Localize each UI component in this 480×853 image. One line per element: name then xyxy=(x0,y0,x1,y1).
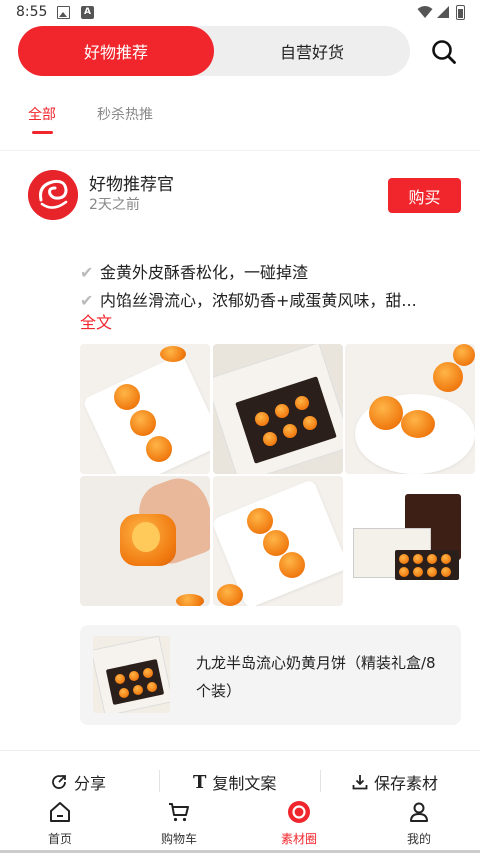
top-tab-group: 好物推荐 自营好货 xyxy=(18,26,410,76)
share-icon xyxy=(52,775,66,789)
nav-material-circle[interactable]: 素材圈 xyxy=(259,800,339,847)
status-time: 8:55 xyxy=(16,4,48,20)
tab-self-operated[interactable]: 自营好货 xyxy=(214,26,410,76)
subtab-indicator xyxy=(32,131,53,134)
mooncake-photo[interactable] xyxy=(213,476,343,606)
divider xyxy=(159,770,160,792)
download-icon xyxy=(352,775,368,790)
subtab-flash-sale[interactable]: 秒杀热推 xyxy=(97,104,153,124)
nav-cart[interactable]: 购物车 xyxy=(139,800,219,847)
buy-button[interactable]: 购买 xyxy=(388,178,461,213)
product-thumbnail xyxy=(93,636,170,713)
status-bar: 8:55 A xyxy=(0,0,480,26)
avatar-logo-icon xyxy=(28,170,78,220)
avatar[interactable] xyxy=(28,170,78,220)
full-text-link[interactable]: 全文 xyxy=(80,309,112,333)
mooncake-photo[interactable] xyxy=(80,476,210,606)
image-grid xyxy=(80,344,475,606)
copy-text-button[interactable]: T 复制文案 xyxy=(193,770,276,794)
wifi-icon xyxy=(417,6,433,18)
mooncake-photo[interactable] xyxy=(80,344,210,474)
gift-box-photo[interactable] xyxy=(345,476,475,606)
checkmark-icon: ✔ xyxy=(80,291,94,310)
nav-home[interactable]: 首页 xyxy=(20,800,100,847)
divider xyxy=(0,750,480,751)
checkmark-icon: ✔ xyxy=(80,263,94,282)
post-text-line: ✔ 内馅丝滑流心，浓郁奶香+咸蛋黄风味，甜... xyxy=(80,291,417,310)
divider xyxy=(320,770,321,792)
post-time: 2天之前 xyxy=(89,197,140,213)
image-icon xyxy=(57,6,70,19)
subtab-all[interactable]: 全部 xyxy=(28,104,56,124)
user-icon xyxy=(410,802,428,822)
cart-icon xyxy=(169,803,189,822)
signal-icon xyxy=(437,6,449,18)
post-text-line: ✔ 金黄外皮酥香松化，一碰掉渣 xyxy=(80,263,309,282)
nav-mine[interactable]: 我的 xyxy=(379,800,459,847)
author-name: 好物推荐官 xyxy=(89,175,174,195)
tab-recommended[interactable]: 好物推荐 xyxy=(18,26,214,76)
share-button[interactable]: 分享 xyxy=(50,770,106,794)
product-card[interactable]: 九龙半岛流心奶黄月饼（精装礼盒/8个装） xyxy=(80,625,461,725)
home-icon xyxy=(50,802,70,822)
text-icon: T xyxy=(193,771,207,793)
search-icon[interactable] xyxy=(428,36,460,68)
mooncake-photo[interactable] xyxy=(213,344,343,474)
material-circle-icon xyxy=(288,801,310,823)
mooncake-photo[interactable] xyxy=(345,344,475,474)
product-title: 九龙半岛流心奶黄月饼（精装礼盒/8个装） xyxy=(196,654,436,700)
save-material-button[interactable]: 保存素材 xyxy=(352,770,438,794)
a-icon: A xyxy=(81,6,94,19)
divider xyxy=(0,150,480,151)
battery-icon xyxy=(456,5,465,20)
